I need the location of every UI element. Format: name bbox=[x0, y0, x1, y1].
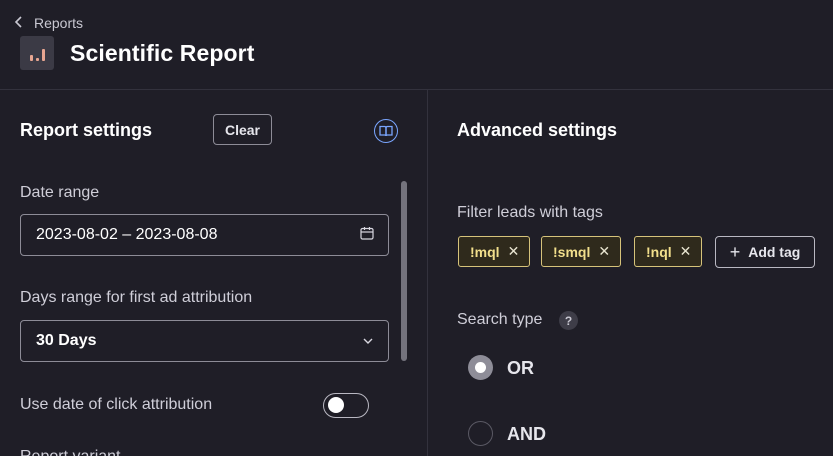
click-attribution-toggle[interactable] bbox=[323, 393, 369, 418]
clear-button[interactable]: Clear bbox=[213, 114, 272, 145]
close-icon[interactable]: ✕ bbox=[508, 243, 520, 260]
filter-tags-label: Filter leads with tags bbox=[457, 204, 603, 221]
tag-label: !smql bbox=[553, 243, 591, 260]
page-header: Reports Scientific Report bbox=[0, 0, 833, 90]
tag-chip-smql[interactable]: !smql ✕ bbox=[541, 236, 622, 267]
back-link-label: Reports bbox=[34, 15, 84, 31]
close-icon[interactable]: ✕ bbox=[680, 243, 692, 260]
search-type-label: Search type bbox=[457, 311, 543, 328]
tag-label: !nql bbox=[646, 243, 672, 260]
help-icon[interactable]: ? bbox=[559, 311, 578, 330]
date-range-value: 2023-08-02 – 2023-08-08 bbox=[36, 226, 218, 243]
report-variant-label: Report variant bbox=[20, 448, 121, 456]
radio-and-label[interactable]: AND bbox=[507, 424, 546, 445]
radio-or[interactable] bbox=[468, 355, 493, 380]
chevron-down-icon bbox=[362, 332, 374, 350]
plus-icon: + bbox=[729, 242, 741, 262]
radio-and[interactable] bbox=[468, 421, 493, 446]
close-icon[interactable]: ✕ bbox=[598, 243, 610, 260]
bar-chart-icon bbox=[20, 36, 54, 70]
chevron-left-icon bbox=[14, 15, 24, 31]
calendar-icon bbox=[360, 226, 374, 245]
date-range-label: Date range bbox=[20, 184, 100, 201]
days-range-select[interactable]: 30 Days bbox=[20, 320, 389, 362]
title-row: Scientific Report bbox=[20, 36, 254, 70]
toggle-knob bbox=[328, 397, 344, 413]
column-divider bbox=[427, 90, 428, 456]
radio-or-label[interactable]: OR bbox=[507, 358, 534, 379]
date-range-field[interactable]: 2023-08-02 – 2023-08-08 bbox=[20, 214, 389, 256]
book-icon[interactable] bbox=[374, 119, 398, 143]
back-link[interactable]: Reports bbox=[14, 14, 83, 32]
days-range-value: 30 Days bbox=[36, 332, 97, 349]
add-tag-button[interactable]: + Add tag bbox=[715, 236, 815, 268]
tag-label: !mql bbox=[470, 243, 500, 260]
tag-chip-nql[interactable]: !nql ✕ bbox=[634, 236, 703, 267]
days-range-label: Days range for first ad attribution bbox=[20, 289, 253, 306]
app-root: Reports Scientific Report Report setting… bbox=[0, 0, 833, 456]
add-tag-label: Add tag bbox=[748, 244, 801, 260]
advanced-settings-title: Advanced settings bbox=[457, 120, 618, 140]
report-settings-title: Report settings bbox=[20, 120, 153, 140]
click-attribution-label: Use date of click attribution bbox=[20, 396, 213, 413]
page-title: Scientific Report bbox=[70, 39, 255, 66]
tag-chip-mql[interactable]: !mql ✕ bbox=[458, 236, 531, 267]
settings-scrollbar[interactable] bbox=[401, 181, 407, 361]
